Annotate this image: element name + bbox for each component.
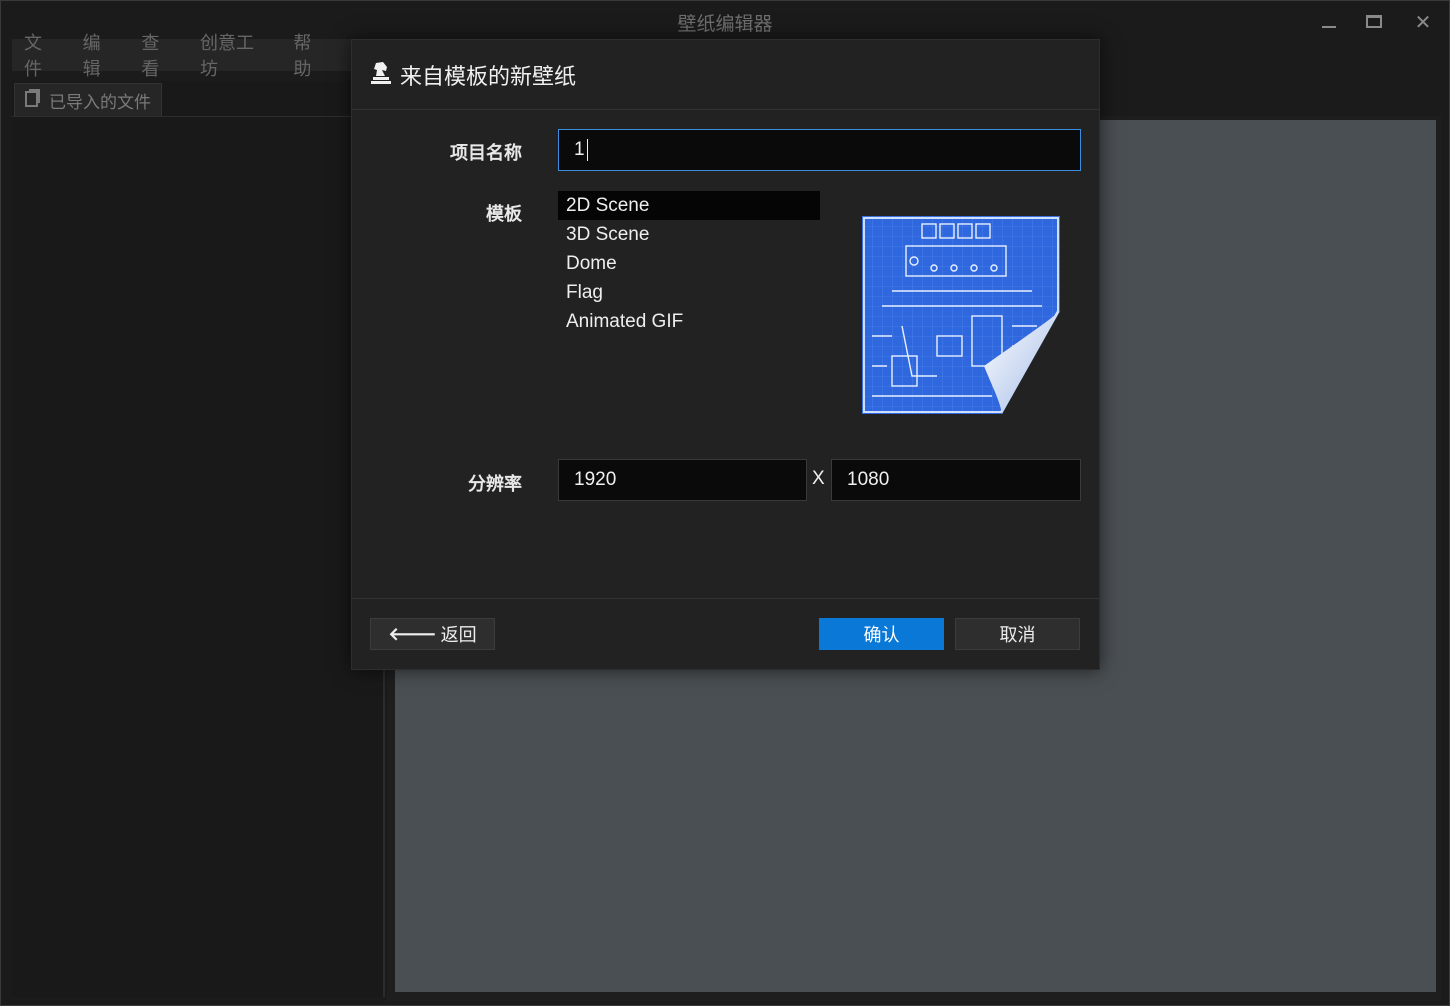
arrow-left-icon: 🡐 (388, 623, 437, 645)
dialog-footer-divider (352, 598, 1099, 599)
template-2d-scene[interactable]: 2D Scene (558, 191, 820, 220)
resolution-width-input[interactable]: 1920 (558, 459, 807, 501)
dialog-header: 来自模板的新壁纸 (352, 40, 1099, 110)
template-flag[interactable]: Flag (558, 278, 820, 307)
menu-edit[interactable]: 编辑 (83, 29, 118, 81)
template-list[interactable]: 2D Scene 3D Scene Dome Flag Animated GIF (558, 191, 820, 336)
resolution-height-input[interactable]: 1080 (831, 459, 1081, 501)
confirm-button[interactable]: 确认 (819, 618, 944, 650)
cancel-button[interactable]: 取消 (955, 618, 1080, 650)
menu-workshop[interactable]: 创意工坊 (200, 29, 269, 81)
maximize-icon[interactable] (1359, 7, 1389, 37)
template-animated-gif[interactable]: Animated GIF (558, 307, 820, 336)
files-icon (25, 89, 41, 112)
template-3d-scene[interactable]: 3D Scene (558, 220, 820, 249)
project-name-input[interactable]: 1 (558, 129, 1081, 171)
back-button[interactable]: 🡐 返回 (370, 618, 495, 650)
menu-help[interactable]: 帮助 (293, 29, 328, 81)
tab-label: 已导入的文件 (49, 93, 151, 113)
menu-bar: 文件 编辑 查看 创意工坊 帮助 (12, 33, 352, 80)
tab-imported-files[interactable]: 已导入的文件 (14, 83, 162, 117)
project-name-label: 项目名称 (450, 143, 522, 164)
resolution-separator: X (812, 468, 825, 489)
template-label: 模板 (486, 204, 522, 225)
menu-view[interactable]: 查看 (141, 29, 176, 81)
toolbar-area (1101, 41, 1441, 116)
blueprint-preview-icon (862, 216, 1060, 414)
dialog-title: 来自模板的新壁纸 (400, 64, 577, 90)
menu-file[interactable]: 文件 (24, 29, 59, 81)
resolution-label: 分辨率 (468, 474, 522, 495)
chess-knight-icon (370, 61, 392, 89)
imported-files-panel: 已导入的文件 (12, 81, 385, 997)
new-wallpaper-dialog: 来自模板的新壁纸 项目名称 1 模板 2D Scene 3D Scene Dom… (351, 39, 1100, 670)
minimize-icon[interactable] (1314, 7, 1344, 37)
close-icon[interactable]: ✕ (1408, 7, 1438, 37)
template-dome[interactable]: Dome (558, 249, 820, 278)
